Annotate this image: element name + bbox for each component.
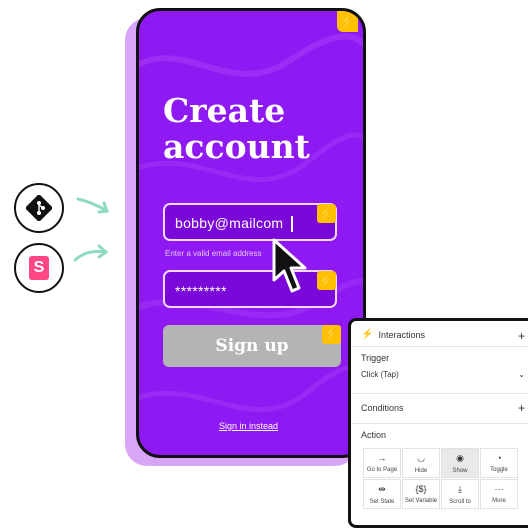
divider: [351, 423, 528, 424]
trigger-label: Trigger: [361, 353, 390, 363]
sign-up-label: Sign up: [215, 336, 289, 356]
action-grid: → Go to Page ◡ Hide ◉ Show ◔ Toggle ⇹ Set State {$…: [363, 448, 523, 509]
trigger-value: Click (Tap): [361, 370, 399, 379]
mouse-cursor-icon: [272, 238, 307, 293]
action-icon: {$}: [415, 484, 427, 494]
trigger-select[interactable]: Click (Tap) ⌄: [361, 370, 525, 379]
action-icon: ···: [494, 484, 504, 494]
divider: [351, 393, 528, 394]
action-tile-go-to-page[interactable]: → Go to Page: [363, 448, 401, 478]
action-label: Toggle: [490, 467, 508, 473]
action-label: Scroll to: [449, 498, 471, 505]
action-tile-scroll-to[interactable]: ⤓ Scroll to: [441, 479, 479, 509]
action-icon: →: [377, 453, 387, 463]
interactions-panel: ⚡ Interactions + Trigger Click (Tap) ⌄ C…: [348, 318, 528, 528]
phone-frame: ⚡ Create account bobby@mailcom ⚡ Enter a…: [136, 8, 366, 458]
action-icon: ⇹: [378, 483, 386, 494]
add-condition-button[interactable]: +: [518, 401, 525, 415]
curved-arrow-icon: [76, 197, 110, 214]
lightning-icon: ⚡: [361, 329, 374, 340]
action-label: Show: [452, 467, 468, 474]
action-icon: ◉: [456, 452, 464, 463]
action-icon: ◔: [496, 453, 502, 463]
action-label: Set Variable: [404, 498, 438, 504]
divider: [351, 346, 528, 347]
curved-arrow-icon: [73, 244, 109, 262]
page-title: Create account: [163, 93, 310, 165]
email-hint: Enter a valid email address: [165, 249, 262, 258]
email-value: bobby@mailcom: [175, 215, 284, 231]
action-tile-set-variable[interactable]: {$} Set Variable: [402, 479, 440, 509]
conditions-row: Conditions +: [361, 401, 525, 415]
action-icon: ◡: [417, 452, 425, 463]
lightning-icon: ⚡: [337, 11, 358, 32]
storybook-logo-icon: S: [14, 243, 64, 293]
action-label: More: [492, 498, 506, 504]
action-icon: ⤓: [458, 483, 462, 494]
action-label: Set State: [369, 498, 395, 505]
action-label: Go to Page: [366, 467, 398, 473]
action-tile-more[interactable]: ··· More: [480, 479, 518, 509]
panel-title: Interactions: [378, 329, 425, 340]
title-line-2: account: [163, 127, 310, 166]
conditions-label: Conditions: [361, 403, 404, 413]
text-caret: [291, 216, 293, 232]
action-tile-hide[interactable]: ◡ Hide: [402, 448, 440, 478]
email-field[interactable]: bobby@mailcom ⚡: [163, 203, 337, 241]
action-tile-show[interactable]: ◉ Show: [441, 448, 479, 478]
action-label: Hide: [414, 467, 428, 474]
lightning-icon: ⚡: [317, 271, 336, 290]
git-logo-icon: [14, 183, 64, 233]
sign-in-link[interactable]: Sign in instead: [219, 421, 278, 431]
title-line-1: Create: [163, 91, 286, 130]
lightning-icon: ⚡: [322, 325, 341, 344]
lightning-icon: ⚡: [317, 204, 336, 223]
action-tile-set-state[interactable]: ⇹ Set State: [363, 479, 401, 509]
sign-up-button[interactable]: Sign up ⚡: [163, 325, 341, 367]
chevron-down-icon: ⌄: [518, 370, 525, 379]
add-interaction-button[interactable]: +: [518, 329, 525, 343]
action-tile-toggle[interactable]: ◔ Toggle: [480, 448, 518, 478]
action-label: Action: [361, 430, 387, 440]
password-value: *********: [175, 283, 227, 299]
panel-header: ⚡ Interactions +: [361, 329, 525, 343]
password-field[interactable]: ********* ⚡: [163, 270, 337, 308]
